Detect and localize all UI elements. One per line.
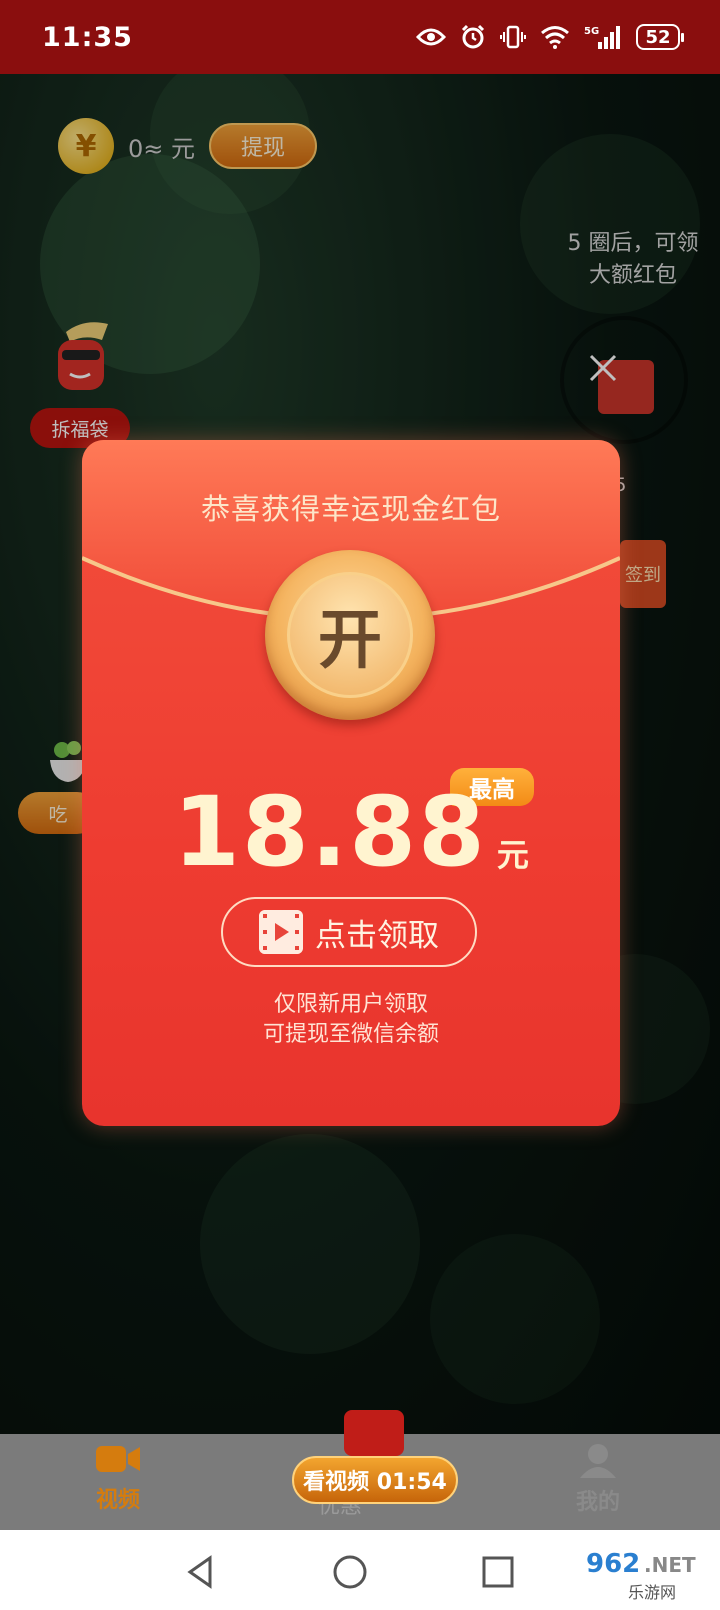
- gift-box-icon: [344, 1410, 404, 1456]
- status-icons: 5G 52: [416, 24, 684, 50]
- site-watermark-logo: 962 .NET 乐游网: [578, 1540, 720, 1610]
- tab-mine[interactable]: 我的: [548, 1442, 648, 1516]
- back-icon[interactable]: [182, 1552, 222, 1592]
- watch-video-timer[interactable]: 看视频 01:54: [292, 1456, 458, 1504]
- note-line-2: 可提现至微信余额: [262, 1022, 439, 1047]
- svg-text:5G: 5G: [584, 26, 599, 37]
- open-packet-button[interactable]: 开: [265, 550, 435, 720]
- open-label: 开: [287, 572, 413, 698]
- amount-row: 18.88 元: [82, 784, 620, 880]
- vibrate-icon: [500, 25, 526, 49]
- status-time: 11:35: [42, 21, 133, 53]
- packet-amount: 18.88: [173, 776, 487, 888]
- wifi-icon: [541, 26, 569, 49]
- eye-icon: [416, 28, 446, 46]
- svg-text:962: 962: [586, 1549, 640, 1579]
- video-play-icon: [259, 910, 303, 954]
- red-packet-modal: 恭喜获得幸运现金红包 开 最高 18.88 元 点击领取 仅限新用户领取 可提现…: [82, 440, 620, 1126]
- tab-mine-label: 我的: [575, 1490, 620, 1515]
- svg-text:乐游网: 乐游网: [628, 1583, 676, 1602]
- note-line-1: 仅限新用户领取: [273, 992, 428, 1017]
- packet-title: 恭喜获得幸运现金红包: [200, 492, 501, 526]
- tab-video-label: 视频: [95, 1488, 140, 1513]
- amount-unit: 元: [496, 836, 529, 874]
- tab-video[interactable]: 视频: [68, 1442, 168, 1514]
- home-icon[interactable]: [330, 1552, 370, 1592]
- signal-5g-icon: 5G: [584, 26, 620, 49]
- battery-indicator: 52: [636, 24, 684, 50]
- user-icon: [580, 1444, 616, 1478]
- svg-text:.NET: .NET: [644, 1553, 696, 1577]
- recents-icon[interactable]: [478, 1552, 518, 1592]
- battery-level: 52: [645, 26, 671, 48]
- alarm-icon: [461, 24, 485, 49]
- claim-label: 点击领取: [315, 917, 439, 954]
- claim-button[interactable]: 点击领取: [221, 897, 477, 967]
- packet-notes: 仅限新用户领取 可提现至微信余额: [82, 990, 620, 1050]
- video-camera-icon: [96, 1446, 140, 1472]
- status-bar: 11:35 5G 52: [0, 0, 720, 74]
